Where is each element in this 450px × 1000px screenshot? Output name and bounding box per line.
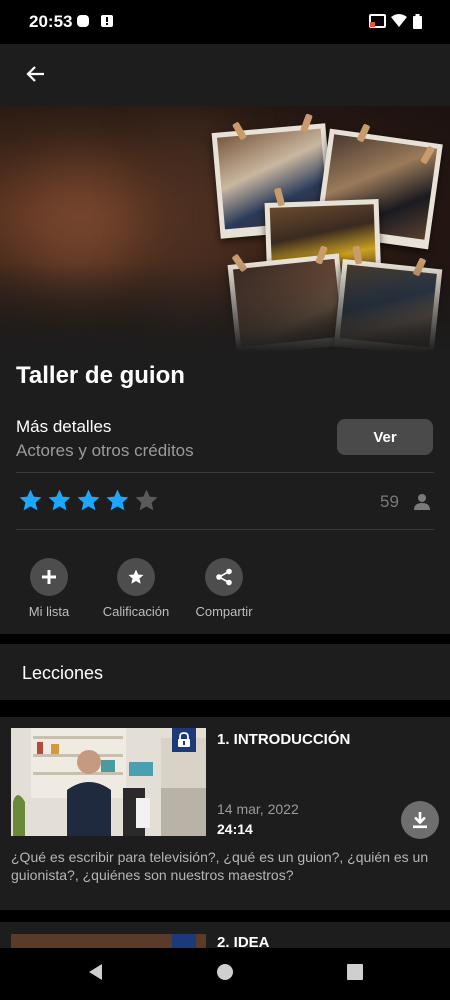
battery-icon	[413, 14, 422, 34]
lesson-title: 1. INTRODUCCIÓN	[217, 731, 351, 748]
my-list-label: Mi lista	[28, 604, 70, 619]
star-filled-icon[interactable]	[47, 488, 72, 513]
alert-notification-icon	[100, 14, 114, 33]
app-bar	[0, 44, 450, 106]
lessons-section-header: Lecciones	[0, 644, 450, 700]
nav-back-icon[interactable]	[86, 962, 104, 987]
lesson-card[interactable]: 2. IDEA	[0, 922, 450, 948]
status-time: 20:53	[29, 12, 73, 31]
arrow-back-icon	[26, 66, 44, 82]
rate-label: Calificación	[102, 604, 170, 619]
lesson-date: 14 mar, 2022	[217, 801, 299, 817]
cast-icon	[369, 14, 386, 33]
star-rating[interactable]	[18, 488, 159, 513]
plus-icon	[30, 558, 68, 596]
download-button[interactable]	[401, 801, 439, 839]
lesson-thumbnail[interactable]	[11, 728, 206, 836]
back-button[interactable]	[18, 57, 52, 91]
share-action[interactable]: Compartir	[174, 558, 274, 619]
lock-icon	[172, 934, 196, 948]
lesson-title: 2. IDEA	[217, 934, 270, 948]
share-label: Compartir	[195, 604, 253, 619]
more-details-title: Más detalles	[16, 417, 112, 436]
wifi-icon	[391, 14, 407, 33]
person-icon	[412, 492, 432, 517]
lock-icon	[172, 728, 196, 752]
rating-count: 59	[380, 492, 399, 511]
star-empty-icon[interactable]	[134, 488, 159, 513]
divider	[16, 472, 434, 473]
lesson-description: ¿Qué es escribir para televisión?, ¿qué …	[11, 849, 429, 883]
lessons-title: Lecciones	[22, 663, 104, 683]
course-title: Taller de guion	[16, 362, 185, 389]
circle-notification-icon	[76, 14, 90, 33]
course-details-panel: Taller de guion Más detalles Actores y o…	[0, 352, 450, 634]
rate-action[interactable]: Calificación	[86, 558, 186, 619]
banner-fade	[0, 262, 450, 352]
nav-home-icon[interactable]	[216, 962, 234, 987]
share-icon	[205, 558, 243, 596]
divider	[16, 529, 434, 530]
my-list-action[interactable]: Mi lista	[0, 558, 99, 619]
watch-button[interactable]: Ver	[337, 419, 433, 455]
lesson-duration: 24:14	[217, 821, 253, 837]
system-nav-bar	[0, 948, 450, 1000]
star-filled-icon[interactable]	[18, 488, 43, 513]
status-bar: 20:53	[0, 0, 450, 44]
star-filled-icon[interactable]	[105, 488, 130, 513]
download-icon	[413, 812, 427, 829]
nav-recents-icon[interactable]	[346, 962, 364, 987]
star-filled-icon[interactable]	[76, 488, 101, 513]
lesson-card[interactable]: 1. INTRODUCCIÓN 14 mar, 2022 24:14 ¿Qué …	[0, 717, 450, 910]
more-details-subtitle: Actores y otros créditos	[16, 441, 194, 460]
star-icon	[117, 558, 155, 596]
course-banner-image	[0, 106, 450, 352]
